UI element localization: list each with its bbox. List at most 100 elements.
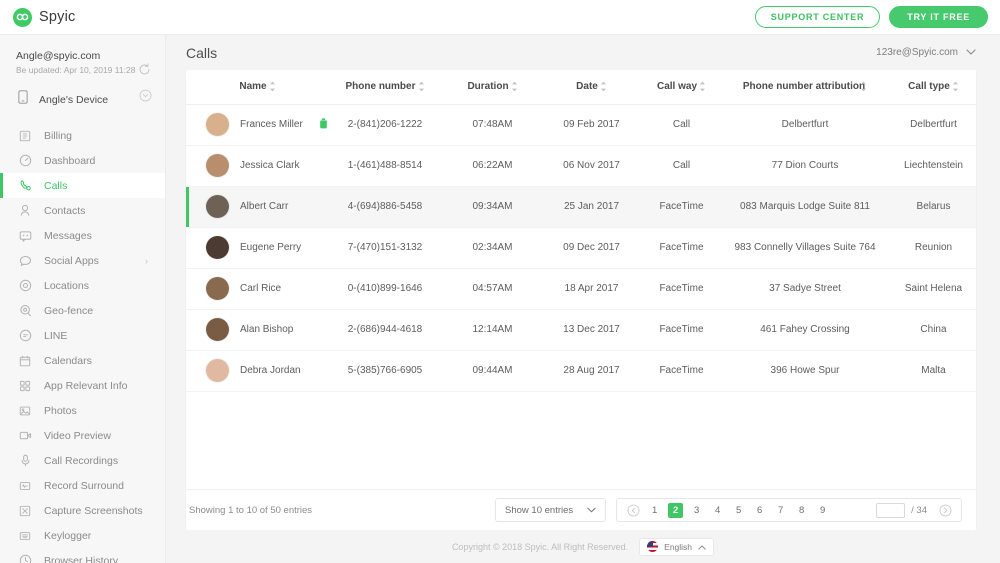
brand-name: Spyic — [39, 9, 75, 25]
cell-call-type: Malta — [886, 350, 976, 391]
page-button-6[interactable]: 6 — [752, 503, 767, 518]
sidebar-item-locations[interactable]: Locations — [0, 273, 165, 298]
cell-attribution: 461 Fahey Crossing — [724, 309, 886, 350]
sort-icon — [600, 81, 607, 92]
page-button-5[interactable]: 5 — [731, 503, 746, 518]
cell-attribution: 983 Connelly Villages Suite 764 — [724, 227, 886, 268]
language-label: English — [664, 542, 692, 552]
cell-attribution: 37 Sadye Street — [724, 268, 886, 309]
sidebar-item-social-apps[interactable]: Social Apps › — [0, 248, 165, 273]
col-header-phone-number[interactable]: Phone number — [329, 70, 441, 104]
sort-icon — [699, 81, 706, 92]
col-header-call-way[interactable]: Call way — [639, 70, 724, 104]
sidebar: Angle@spyic.com Be updated: Apr 10, 2019… — [0, 35, 166, 563]
phone-icon — [18, 90, 28, 109]
call-recordings-icon — [18, 454, 32, 467]
col-header-label: Phone number attribution — [743, 81, 865, 92]
sidebar-item-label: Dashboard — [44, 155, 95, 167]
sidebar-item-video-preview[interactable]: Video Preview — [0, 423, 165, 448]
col-header-call-type[interactable]: Call type — [886, 70, 976, 104]
table-row[interactable]: Jessica Clark 1-(461)488-8514 06:22AM 06… — [186, 145, 976, 186]
col-header-duration[interactable]: Duration — [441, 70, 544, 104]
language-selector[interactable]: English — [639, 538, 714, 556]
table-row[interactable]: Debra Jordan 5-(385)766-6905 09:44AM 28 … — [186, 350, 976, 391]
sidebar-item-keylogger[interactable]: Keylogger — [0, 523, 165, 548]
contact-name: Jessica Clark — [240, 160, 299, 171]
cell-name: Debra Jordan — [186, 350, 329, 391]
support-center-button[interactable]: SUPPORT CENTER — [755, 6, 881, 28]
sort-icon — [511, 81, 518, 92]
messages-icon — [18, 230, 32, 242]
sidebar-item-geo-fence[interactable]: Geo-fence — [0, 298, 165, 323]
account-switcher[interactable]: 123re@Spyic.com — [876, 47, 976, 58]
table-row[interactable]: Frances Miller 2-(841)206-1222 07:48AM 0… — [186, 104, 976, 145]
calendars-icon — [18, 355, 32, 367]
sidebar-item-browser-history[interactable]: Browser History — [0, 548, 165, 563]
sidebar-item-dashboard[interactable]: Dashboard — [0, 148, 165, 173]
sidebar-item-app-relevant-info[interactable]: App Relevant Info — [0, 373, 165, 398]
refresh-icon[interactable] — [138, 63, 151, 81]
page-title: Calls — [186, 45, 217, 61]
pagination-controls: Show 10 entries 1 2 3 4 — [495, 498, 962, 522]
table-row[interactable]: Eugene Perry 7-(470)151-3132 02:34AM 09 … — [186, 227, 976, 268]
avatar — [206, 113, 229, 136]
next-page-button[interactable] — [935, 504, 955, 517]
sidebar-item-contacts[interactable]: Contacts — [0, 198, 165, 223]
page-button-8[interactable]: 8 — [794, 503, 809, 518]
cell-date: 28 Aug 2017 — [544, 350, 639, 391]
record-surround-icon — [18, 480, 32, 492]
page-button-9[interactable]: 9 — [815, 503, 830, 518]
dashboard-icon — [18, 154, 32, 167]
calls-table-body: Frances Miller 2-(841)206-1222 07:48AM 0… — [186, 104, 976, 391]
page-button-3[interactable]: 3 — [689, 503, 704, 518]
contact-name: Albert Carr — [240, 201, 288, 212]
sidebar-item-calls[interactable]: Calls — [0, 173, 165, 198]
avatar — [206, 236, 229, 259]
billing-icon — [18, 130, 32, 142]
sidebar-item-billing[interactable]: Billing — [0, 123, 165, 148]
sidebar-item-record-surround[interactable]: Record Surround — [0, 473, 165, 498]
sidebar-item-label: Geo-fence — [44, 305, 93, 317]
line-icon — [18, 329, 32, 342]
cell-call-way: Call — [639, 104, 724, 145]
sidebar-menu: Billing Dashboard — [0, 123, 165, 563]
page-button-1[interactable]: 1 — [647, 503, 662, 518]
sidebar-item-capture-screenshots[interactable]: Capture Screenshots — [0, 498, 165, 523]
sidebar-item-label: Record Surround — [44, 480, 124, 492]
page-jump-input[interactable] — [876, 503, 905, 518]
cell-phone-number: 5-(385)766-6905 — [329, 350, 441, 391]
device-selector[interactable]: Angle's Device — [0, 87, 165, 109]
page-button-2[interactable]: 2 — [668, 503, 683, 518]
cell-date: 18 Apr 2017 — [544, 268, 639, 309]
sidebar-item-calendars[interactable]: Calendars — [0, 348, 165, 373]
col-header-date[interactable]: Date — [544, 70, 639, 104]
sidebar-item-call-recordings[interactable]: Call Recordings — [0, 448, 165, 473]
page-button-4[interactable]: 4 — [710, 503, 725, 518]
try-it-free-button[interactable]: TRY IT FREE — [889, 6, 988, 28]
cell-phone-number: 4-(694)886-5458 — [329, 186, 441, 227]
prev-page-button[interactable] — [623, 504, 643, 517]
sidebar-item-label: App Relevant Info — [44, 380, 127, 392]
sort-icon — [269, 81, 276, 92]
table-row[interactable]: Carl Rice 0-(410)899-1646 04:57AM 18 Apr… — [186, 268, 976, 309]
col-header-name[interactable]: Name — [186, 70, 329, 104]
capture-screenshots-icon — [18, 505, 32, 517]
cell-name: Eugene Perry — [186, 227, 329, 268]
cell-date: 25 Jan 2017 — [544, 186, 639, 227]
device-label: Angle's Device — [39, 94, 108, 106]
table-row[interactable]: Albert Carr 4-(694)886-5458 09:34AM 25 J… — [186, 186, 976, 227]
sidebar-item-label: Billing — [44, 130, 72, 142]
page-button-7[interactable]: 7 — [773, 503, 788, 518]
col-header-phone-number-attribution[interactable]: Phone number attribution — [724, 70, 886, 104]
sidebar-item-messages[interactable]: Messages — [0, 223, 165, 248]
cell-duration: 07:48AM — [441, 104, 544, 145]
chevron-down-circle-icon[interactable] — [139, 89, 152, 107]
table-row[interactable]: Alan Bishop 2-(686)944-4618 12:14AM 13 D… — [186, 309, 976, 350]
entries-per-page-select[interactable]: Show 10 entries — [495, 498, 606, 522]
sidebar-item-line[interactable]: LINE — [0, 323, 165, 348]
cell-attribution: 77 Dion Courts — [724, 145, 886, 186]
brand-logo[interactable]: Spyic — [13, 8, 75, 27]
delete-icon[interactable] — [319, 118, 328, 132]
sidebar-item-photos[interactable]: Photos — [0, 398, 165, 423]
social-apps-icon — [18, 255, 32, 267]
